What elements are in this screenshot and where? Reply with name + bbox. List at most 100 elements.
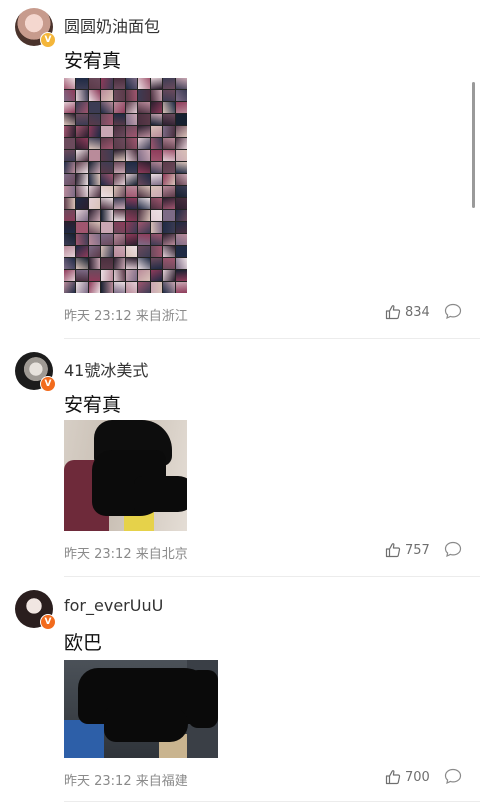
collage-tile — [76, 186, 88, 197]
collage-tile — [175, 90, 187, 101]
collage-tile — [64, 258, 76, 269]
avatar[interactable]: V — [15, 8, 56, 48]
collage-tile — [125, 126, 138, 137]
collage-tile — [163, 282, 175, 293]
collage-tile — [101, 162, 113, 173]
collage-tile — [88, 198, 101, 209]
like-button[interactable]: 700 — [385, 769, 430, 785]
collage-tile — [113, 150, 125, 161]
collage-tile — [138, 222, 150, 233]
verified-badge-icon: V — [40, 614, 56, 630]
collage-tile — [64, 90, 76, 101]
collage-tile — [113, 174, 125, 185]
collage-tile — [175, 258, 187, 269]
scrollbar[interactable] — [472, 82, 475, 208]
collage-tile — [76, 222, 88, 233]
collage-tile — [88, 78, 101, 89]
collage-tile — [125, 258, 138, 269]
collage-tile — [88, 102, 101, 113]
collage-tile — [113, 222, 125, 233]
collage-tile — [150, 210, 163, 221]
collage-tile — [101, 186, 113, 197]
collage-tile — [76, 234, 88, 245]
collage-tile — [64, 102, 76, 113]
collage-tile — [138, 210, 150, 221]
collage-tile — [76, 246, 88, 257]
collage-tile — [150, 174, 163, 185]
collage-tile — [64, 186, 76, 197]
collage-tile — [163, 246, 175, 257]
collage-tile — [138, 114, 150, 125]
collage-tile — [88, 114, 101, 125]
collage-tile — [138, 246, 150, 257]
collage-tile — [113, 138, 125, 149]
verified-badge-icon: V — [40, 376, 56, 392]
collage-tile — [175, 126, 187, 137]
comment-bubble-icon[interactable] — [444, 768, 462, 785]
like-count: 757 — [405, 542, 430, 558]
comment-image[interactable] — [64, 420, 187, 531]
collage-tile — [175, 222, 187, 233]
collage-tile — [101, 138, 113, 149]
collage-tile — [64, 114, 76, 125]
collage-tile — [88, 246, 101, 257]
collage-tile — [138, 126, 150, 137]
divider — [64, 576, 480, 577]
collage-tile — [64, 150, 76, 161]
collage-tile — [76, 282, 88, 293]
collage-tile — [113, 246, 125, 257]
collage-tile — [125, 114, 138, 125]
collage-tile — [64, 126, 76, 137]
collage-tile — [101, 126, 113, 137]
avatar[interactable]: V — [15, 352, 56, 392]
collage-tile — [101, 282, 113, 293]
collage-tile — [175, 210, 187, 221]
collage-tile — [113, 198, 125, 209]
collage-tile — [150, 78, 163, 89]
collage-tile — [64, 270, 76, 281]
collage-tile — [163, 222, 175, 233]
collage-tile — [101, 114, 113, 125]
collage-tile — [125, 222, 138, 233]
collage-tile — [76, 126, 88, 137]
collage-tile — [175, 234, 187, 245]
collage-tile — [125, 78, 138, 89]
collage-tile — [88, 222, 101, 233]
collage-tile — [113, 102, 125, 113]
collage-tile — [138, 102, 150, 113]
collage-tile — [150, 258, 163, 269]
collage-tile — [150, 162, 163, 173]
thumbs-up-icon — [385, 305, 401, 320]
collage-tile — [125, 90, 138, 101]
divider — [64, 801, 480, 802]
collage-tile — [163, 78, 175, 89]
collage-tile — [76, 270, 88, 281]
comment-bubble-icon[interactable] — [444, 303, 462, 320]
collage-tile — [150, 282, 163, 293]
avatar[interactable]: V — [15, 590, 56, 630]
collage-tile — [150, 150, 163, 161]
collage-tile — [64, 234, 76, 245]
collage-tile — [150, 198, 163, 209]
collage-tile — [64, 282, 76, 293]
like-button[interactable]: 757 — [385, 542, 430, 558]
collage-tile — [64, 138, 76, 149]
collage-tile — [113, 126, 125, 137]
username[interactable]: 41號冰美式 — [64, 357, 148, 381]
username[interactable]: for_everUuU — [64, 596, 163, 615]
collage-tile — [76, 174, 88, 185]
collage-tile — [88, 174, 101, 185]
collage-tile — [175, 174, 187, 185]
collage-tile — [175, 150, 187, 161]
like-button[interactable]: 834 — [385, 304, 430, 320]
username[interactable]: 圆圆奶油面包 — [64, 13, 160, 37]
collage-tile — [150, 270, 163, 281]
comment-item: V 41號冰美式 安宥真 昨天 23:12 来自北京 757 — [0, 340, 480, 578]
collage-tile — [113, 258, 125, 269]
comment-image[interactable] — [64, 660, 218, 758]
comment-image[interactable] — [64, 78, 187, 293]
collage-tile — [150, 90, 163, 101]
collage-tile — [101, 246, 113, 257]
comment-bubble-icon[interactable] — [444, 541, 462, 558]
collage-tile — [113, 114, 125, 125]
